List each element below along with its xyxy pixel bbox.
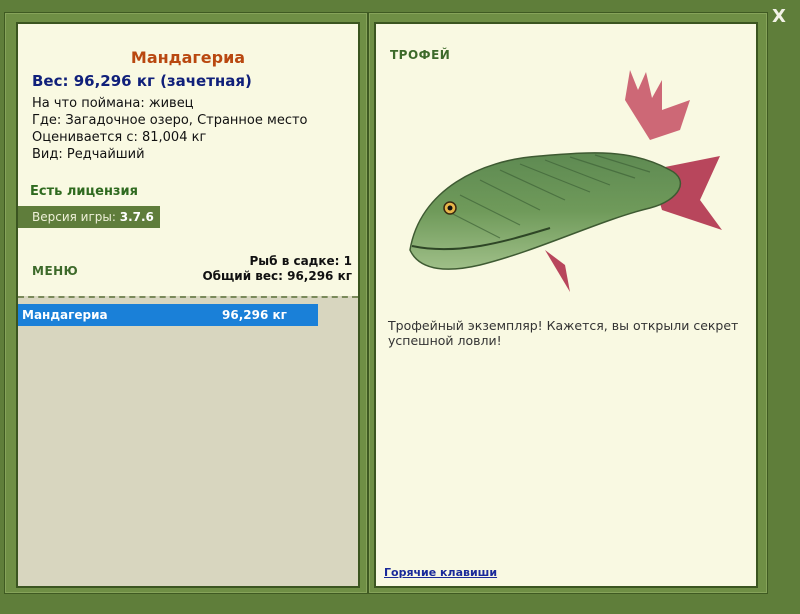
hotkeys-link[interactable]: Горячие клавиши (384, 566, 497, 579)
cage-total-weight: Общий вес: 96,296 кг (202, 269, 352, 283)
location-info: Где: Загадочное озеро, Странное место (32, 113, 308, 128)
version-label: Версия игры: (32, 210, 116, 224)
fish-list: Мандагериа 96,296 кг (18, 296, 358, 586)
game-version: Версия игры: 3.7.6 (18, 206, 160, 228)
trophy-panel: ТРОФЕЙ Трофейный экземпляр! Кажется, вы … (374, 22, 758, 588)
fish-name: Мандагериа (130, 48, 246, 67)
list-item[interactable]: Мандагериа 96,296 кг (18, 304, 318, 326)
rarity-info: Вид: Редчайший (32, 147, 145, 162)
menu-button[interactable]: МЕНЮ (32, 264, 78, 278)
fish-weight: Вес: 96,296 кг (зачетная) (32, 72, 252, 90)
min-weight-info: Оценивается с: 81,004 кг (32, 130, 207, 145)
trophy-description: Трофейный экземпляр! Кажется, вы открыли… (388, 318, 739, 348)
list-item-name: Мандагериа (22, 308, 108, 322)
cage-count: Рыб в садке: 1 (249, 254, 353, 268)
bait-info: На что поймана: живец (32, 96, 194, 111)
cage-summary: Рыб в садке: 1 Общий вес: 96,296 кг (202, 254, 352, 284)
fish-trophy-image (409, 70, 722, 292)
fish-info-panel: Мандагериа Вес: 96,296 кг (зачетная) На … (16, 22, 360, 588)
license-status: Есть лицензия (30, 184, 138, 199)
version-value: 3.7.6 (119, 210, 154, 224)
close-icon[interactable]: X (768, 6, 790, 28)
list-item-weight: 96,296 кг (222, 308, 287, 322)
